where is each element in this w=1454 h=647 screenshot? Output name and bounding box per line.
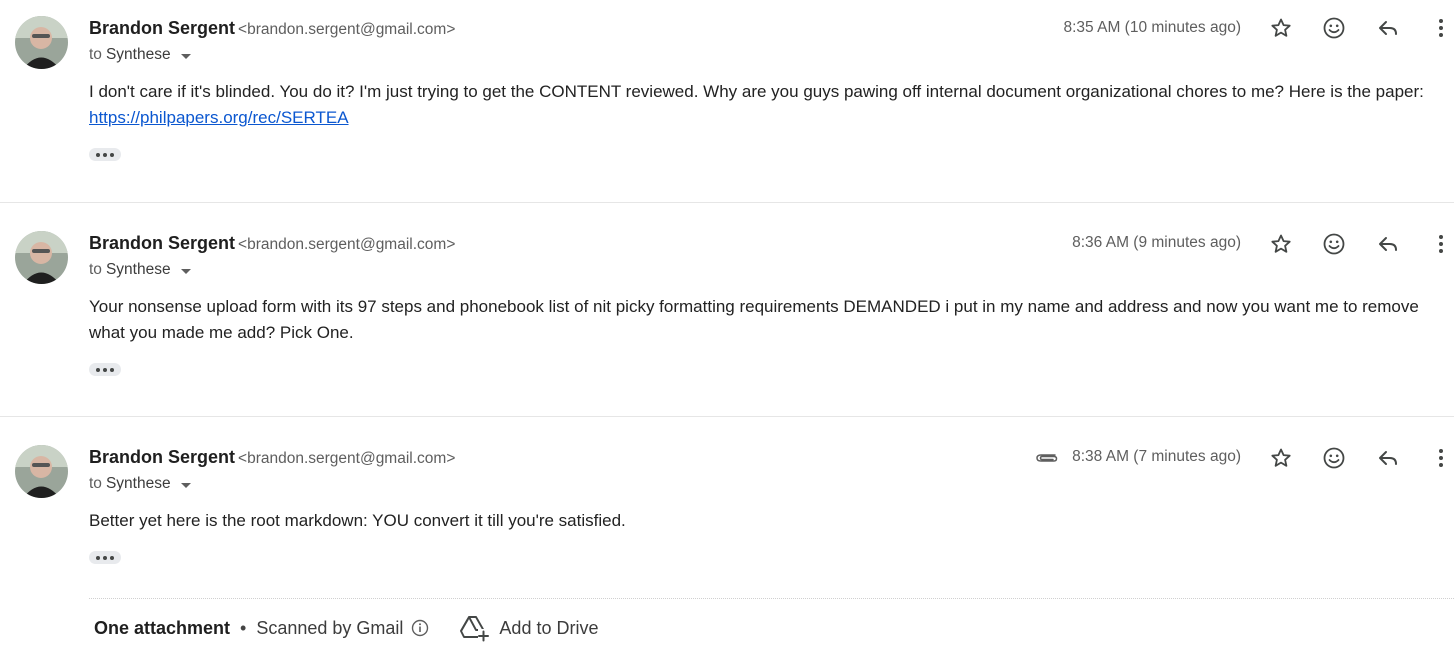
message-3: Brandon Sergent <brandon.sergent@gmail.co… xyxy=(0,416,1454,647)
star-button[interactable] xyxy=(1267,14,1295,42)
message-time: 8:35 AM (10 minutes ago) xyxy=(1063,19,1242,36)
sender-name: Brandon Sergent xyxy=(89,18,236,38)
dot xyxy=(103,555,107,560)
sender-email: <brandon.sergent@gmail.com> xyxy=(238,450,456,467)
star-outline-icon xyxy=(1271,18,1291,37)
message-2: Brandon Sergent <brandon.sergent@gmail.co… xyxy=(0,202,1454,416)
attachment-divider xyxy=(89,598,1454,599)
reply-icon xyxy=(1379,237,1397,251)
dot xyxy=(110,367,114,372)
dot xyxy=(96,555,100,560)
avatar[interactable] xyxy=(15,16,68,69)
more-options-button[interactable] xyxy=(1427,444,1454,472)
star-outline-icon xyxy=(1271,234,1291,253)
dot xyxy=(110,555,114,560)
more-vert-icon xyxy=(1439,19,1443,37)
star-outline-icon xyxy=(1271,448,1291,467)
star-button[interactable] xyxy=(1267,230,1295,258)
add-to-drive-label: Add to Drive xyxy=(499,617,599,638)
caret-down-icon[interactable] xyxy=(180,54,191,59)
dot xyxy=(103,152,107,157)
scanned-by-gmail-label: Scanned by Gmail xyxy=(256,617,404,638)
message-body: I don't care if it's blinded. You do it?… xyxy=(89,79,1446,131)
sender: Brandon Sergent <brandon.sergent@gmail.co… xyxy=(89,233,455,254)
to-prefix: to xyxy=(89,261,102,278)
dot xyxy=(103,367,107,372)
avatar[interactable] xyxy=(15,231,68,284)
add-to-drive-button[interactable]: Add to Drive xyxy=(459,614,598,642)
dot xyxy=(96,152,100,157)
message-time: 8:38 AM (7 minutes ago) xyxy=(1072,448,1241,465)
avatar[interactable] xyxy=(15,445,68,498)
reply-icon xyxy=(1379,451,1397,465)
emoji-react-button[interactable] xyxy=(1320,14,1348,42)
message-body: Your nonsense upload form with its 97 st… xyxy=(89,297,1419,342)
add-to-drive-icon xyxy=(460,616,490,642)
emoji-reaction-icon xyxy=(1323,447,1345,469)
show-trimmed-content-button[interactable] xyxy=(89,551,121,564)
reply-button[interactable] xyxy=(1374,230,1402,258)
recipient-name: Synthese xyxy=(105,261,171,278)
sender-email: <brandon.sergent@gmail.com> xyxy=(238,236,456,253)
recipient-line[interactable]: to Synthese xyxy=(89,261,191,279)
show-trimmed-content-button[interactable] xyxy=(89,363,121,376)
attachment-bar: One attachment • Scanned by Gmail Add to… xyxy=(94,614,598,642)
message-body-text: I don't care if it's blinded. You do it?… xyxy=(89,82,1424,101)
emoji-reaction-icon xyxy=(1323,233,1345,255)
more-options-button[interactable] xyxy=(1427,230,1454,258)
recipient-name: Synthese xyxy=(105,475,171,492)
caret-down-icon[interactable] xyxy=(180,483,191,488)
sender: Brandon Sergent <brandon.sergent@gmail.co… xyxy=(89,18,455,39)
dot xyxy=(110,152,114,157)
star-button[interactable] xyxy=(1267,444,1295,472)
message-time: 8:36 AM (9 minutes ago) xyxy=(1072,234,1241,251)
info-icon[interactable] xyxy=(411,619,429,637)
reply-button[interactable] xyxy=(1374,14,1402,42)
message-1: Brandon Sergent <brandon.sergent@gmail.co… xyxy=(0,0,1454,202)
paperclip-icon xyxy=(1036,454,1058,462)
recipient-name: Synthese xyxy=(105,46,171,63)
show-trimmed-content-button[interactable] xyxy=(89,148,121,161)
sender-email: <brandon.sergent@gmail.com> xyxy=(238,21,456,38)
caret-down-icon[interactable] xyxy=(180,269,191,274)
sender-name: Brandon Sergent xyxy=(89,447,236,467)
to-prefix: to xyxy=(89,46,102,63)
emoji-react-button[interactable] xyxy=(1320,230,1348,258)
more-vert-icon xyxy=(1439,235,1443,253)
recipient-line[interactable]: to Synthese xyxy=(89,46,191,64)
dot xyxy=(96,367,100,372)
message-body: Better yet here is the root markdown: YO… xyxy=(89,511,626,530)
reply-icon xyxy=(1379,21,1397,35)
separator-bullet: • xyxy=(240,617,247,638)
emoji-reaction-icon xyxy=(1323,17,1345,39)
sender-name: Brandon Sergent xyxy=(89,233,236,253)
emoji-react-button[interactable] xyxy=(1320,444,1348,472)
sender: Brandon Sergent <brandon.sergent@gmail.co… xyxy=(89,447,455,468)
to-prefix: to xyxy=(89,475,102,492)
attachment-count: One attachment xyxy=(94,617,231,638)
more-options-button[interactable] xyxy=(1427,14,1454,42)
paper-link[interactable]: https://philpapers.org/rec/SERTEA xyxy=(89,108,349,127)
recipient-line[interactable]: to Synthese xyxy=(89,475,191,493)
more-vert-icon xyxy=(1439,449,1443,467)
reply-button[interactable] xyxy=(1374,444,1402,472)
